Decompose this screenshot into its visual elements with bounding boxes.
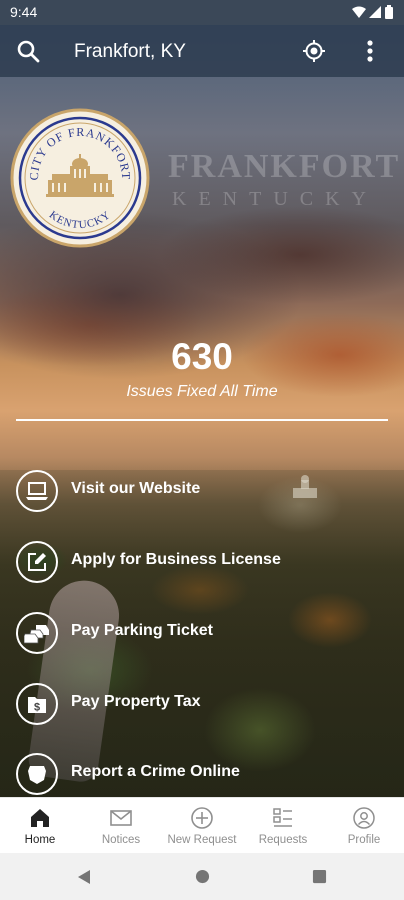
- link-parking-ticket[interactable]: Pay Parking Ticket: [16, 612, 386, 654]
- edit-icon: [16, 541, 58, 583]
- back-icon[interactable]: [76, 869, 92, 885]
- status-time: 9:44: [10, 4, 38, 20]
- link-business-license[interactable]: Apply for Business License: [16, 541, 386, 583]
- home-nav-icon[interactable]: [195, 869, 210, 884]
- issues-fixed-count: 630: [171, 336, 233, 377]
- dollar-folder-icon: $: [16, 683, 58, 725]
- tab-new-request[interactable]: New Request: [162, 798, 242, 854]
- police-badge-icon: [16, 753, 58, 795]
- tab-label: Notices: [101, 834, 141, 846]
- bottom-navigation: Home Notices New Request Requests Profil…: [0, 797, 404, 854]
- link-label: Report a Crime Online: [71, 763, 240, 780]
- link-report-crime[interactable]: Report a Crime Online: [16, 753, 386, 795]
- mail-icon: [110, 810, 132, 826]
- recents-icon[interactable]: [312, 869, 327, 884]
- app-bar: Frankfort, KY: [0, 25, 404, 77]
- tab-notices[interactable]: Notices: [81, 798, 161, 854]
- status-bar: 9:44: [0, 0, 404, 25]
- location-title[interactable]: Frankfort, KY: [74, 41, 186, 63]
- system-navigation-bar: [0, 853, 404, 900]
- signal-icon: [369, 6, 381, 18]
- link-visit-website[interactable]: Visit our Website: [16, 470, 386, 512]
- home-icon: [31, 809, 49, 827]
- frankfort-wordmark: FRANKFORT: [168, 148, 401, 185]
- tab-label: Home: [24, 834, 56, 846]
- battery-icon: [385, 5, 393, 19]
- wifi-icon: [352, 6, 366, 18]
- plus-circle-icon: [191, 807, 213, 829]
- issues-fixed-label: Issues Fixed All Time: [126, 383, 278, 400]
- link-label: Pay Property Tax: [71, 693, 201, 710]
- more-vert-icon[interactable]: [360, 39, 380, 63]
- list-icon: [273, 808, 292, 827]
- link-label: Visit our Website: [71, 480, 201, 497]
- tab-profile[interactable]: Profile: [324, 798, 404, 854]
- kentucky-wordmark: KENTUCKY: [172, 188, 378, 210]
- profile-icon: [353, 807, 375, 829]
- cars-icon: [16, 612, 58, 654]
- locate-icon[interactable]: [302, 39, 326, 63]
- city-seal-logo: CITY OF FRANKFORT KENTUCKY: [10, 108, 150, 248]
- tab-requests[interactable]: Requests: [243, 798, 323, 854]
- divider: [16, 419, 388, 421]
- link-property-tax[interactable]: $ Pay Property Tax: [16, 683, 386, 725]
- link-label: Pay Parking Ticket: [71, 622, 213, 639]
- laptop-icon: [16, 470, 58, 512]
- link-label: Apply for Business License: [71, 551, 281, 568]
- search-icon[interactable]: [16, 39, 40, 63]
- tab-home[interactable]: Home: [0, 798, 80, 854]
- tab-label: Profile: [347, 834, 381, 846]
- tab-label: New Request: [167, 834, 237, 846]
- tab-label: Requests: [258, 834, 308, 846]
- svg-text:$: $: [34, 702, 40, 714]
